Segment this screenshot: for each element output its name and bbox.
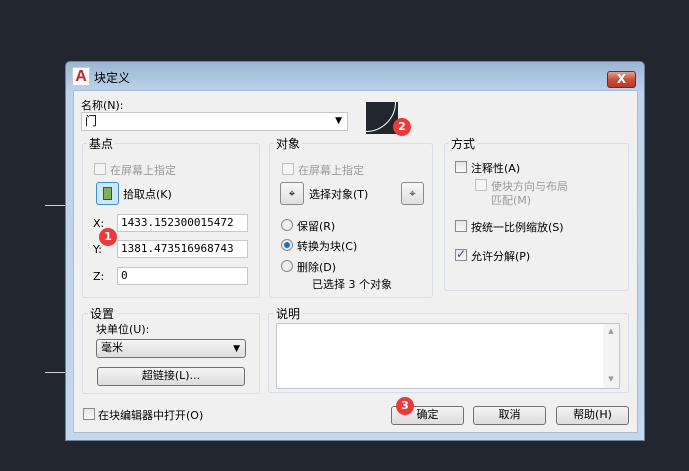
open-in-editor-checkbox[interactable] [83, 408, 95, 420]
canvas-line [45, 205, 65, 206]
dialog-body: 名称(N): 门 ▼ 2 基点 在屏幕上指定 拾取点(K) X: 1433.15… [73, 90, 638, 433]
description-title: 说明 [274, 305, 303, 322]
name-label: 名称(N): [81, 99, 124, 112]
selected-count: 已选择 3 个对象 [312, 278, 392, 291]
cancel-button[interactable]: 取消 [473, 406, 546, 425]
pick-point-icon [103, 187, 112, 200]
chevron-down-icon: ▼ [335, 116, 342, 126]
canvas-line [45, 372, 65, 373]
convert-radio[interactable] [281, 239, 293, 251]
x-label: X: [93, 217, 105, 230]
block-definition-dialog: A 块定义 X 名称(N): 门 ▼ 2 基点 在屏幕上指定 拾取点(K) X:… [65, 61, 645, 441]
y-input[interactable]: 1381.473516968743 [117, 240, 248, 258]
annotative-checkbox[interactable] [455, 161, 467, 173]
x-input[interactable]: 1433.152300015472 [117, 214, 248, 232]
objects-title: 对象 [274, 135, 303, 152]
allow-exploding-checkbox[interactable]: ✓ [455, 247, 467, 261]
delete-label: 删除(D) [297, 261, 337, 274]
convert-label: 转换为块(C) [297, 240, 358, 253]
scroll-down-icon: ▼ [608, 375, 614, 383]
quick-select-button[interactable]: ⌖ [401, 182, 424, 205]
z-label: Z: [93, 270, 105, 283]
help-button[interactable]: 帮助(H) [556, 406, 629, 425]
y-label: Y: [93, 243, 102, 256]
annotation-badge-1: 1 [99, 228, 117, 246]
behavior-title: 方式 [449, 135, 478, 152]
quick-select-icon: ⌖ [409, 187, 416, 200]
z-input[interactable]: 0 [117, 267, 248, 285]
name-combobox[interactable]: 门 ▼ [81, 112, 348, 131]
door-arc-icon [366, 102, 396, 132]
scale-uniformly-checkbox[interactable] [455, 220, 467, 232]
objects-specify-label: 在屏幕上指定 [298, 164, 364, 177]
close-button[interactable]: X [607, 71, 636, 88]
chevron-down-icon: ▼ [233, 344, 240, 354]
pick-point-label: 拾取点(K) [123, 188, 172, 201]
block-unit-select[interactable]: 毫米 ▼ [96, 339, 246, 358]
autocad-logo-icon: A [72, 67, 90, 86]
pick-point-button[interactable] [96, 182, 119, 205]
match-orientation-label-2: 匹配(M) [491, 194, 532, 207]
basepoint-specify-checkbox[interactable] [94, 163, 106, 175]
annotative-label: 注释性(A) [471, 162, 521, 175]
description-scrollbar[interactable]: ▲ ▼ [603, 324, 619, 388]
crosshair-icon: ⌖ [288, 187, 296, 200]
checkmark-icon: ✓ [456, 247, 467, 261]
block-unit-value: 毫米 [101, 341, 123, 354]
retain-radio[interactable] [281, 219, 293, 231]
description-textarea[interactable]: ▲ ▼ [276, 323, 620, 389]
open-in-editor-label: 在块编辑器中打开(O) [98, 409, 204, 422]
basepoint-title: 基点 [87, 135, 116, 152]
allow-exploding-label: 允许分解(P) [471, 250, 531, 263]
select-objects-label: 选择对象(T) [309, 188, 369, 201]
scroll-up-icon: ▲ [608, 327, 614, 335]
annotation-badge-3: 3 [396, 397, 414, 415]
delete-radio[interactable] [281, 260, 293, 272]
annotation-badge-2: 2 [393, 118, 411, 136]
scale-uniformly-label: 按统一比例缩放(S) [471, 221, 564, 234]
dialog-title: 块定义 [94, 71, 131, 85]
retain-label: 保留(R) [297, 220, 336, 233]
name-value: 门 [85, 114, 98, 128]
block-unit-label: 块单位(U): [96, 323, 150, 336]
settings-title: 设置 [88, 305, 117, 322]
select-objects-button[interactable]: ⌖ [280, 182, 304, 205]
match-orientation-checkbox[interactable] [475, 179, 487, 191]
basepoint-specify-label: 在屏幕上指定 [110, 164, 176, 177]
hyperlink-button[interactable]: 超链接(L)... [97, 367, 245, 386]
objects-specify-checkbox[interactable] [282, 163, 294, 175]
